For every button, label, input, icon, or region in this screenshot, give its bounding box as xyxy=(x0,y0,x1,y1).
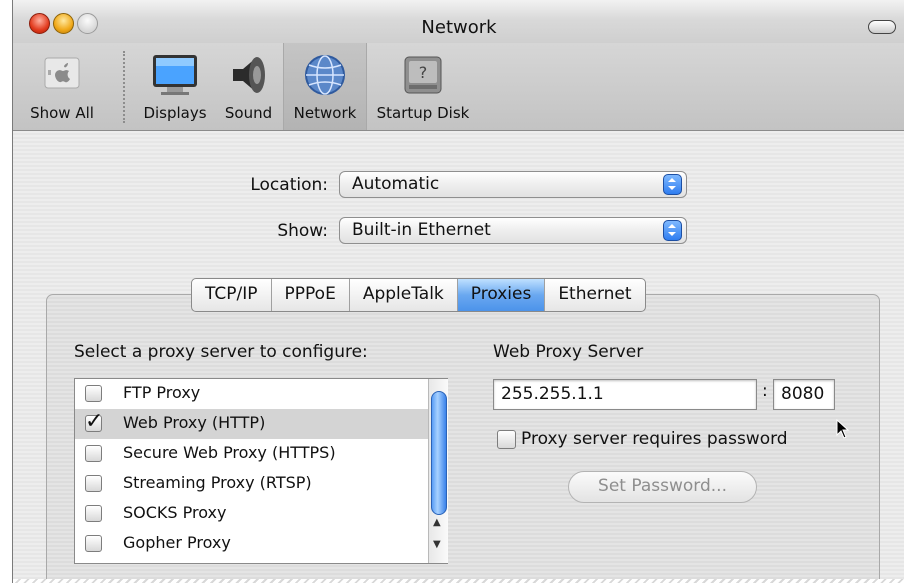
proxy-port-field[interactable]: 8080 xyxy=(773,379,835,410)
list-item[interactable]: Gopher Proxy xyxy=(75,529,428,559)
proxy-checkbox[interactable] xyxy=(85,505,102,522)
location-value: Automatic xyxy=(352,174,440,194)
torn-edge xyxy=(13,579,904,583)
proxy-list: FTP Proxy ✓ Web Proxy (HTTP) Secure Web … xyxy=(74,378,448,564)
toolbar-label: Show All xyxy=(30,104,94,122)
list-item[interactable]: SOCKS Proxy xyxy=(75,499,428,529)
toolbar-sound[interactable]: Sound xyxy=(216,43,281,130)
proxy-label: Streaming Proxy (RTSP) xyxy=(123,473,312,492)
proxy-label: FTP Proxy xyxy=(123,383,201,402)
tab-proxies[interactable]: Proxies xyxy=(457,279,546,311)
preferences-toolbar: Show All Displays Sound Network ? Startu xyxy=(13,43,904,131)
proxy-checkbox[interactable]: ✓ xyxy=(85,409,103,434)
proxy-checkbox[interactable] xyxy=(85,535,102,552)
globe-icon xyxy=(303,53,347,101)
proxy-list-title: Select a proxy server to configure: xyxy=(74,342,368,362)
toolbar-startup-disk[interactable]: ? Startup Disk xyxy=(368,43,478,130)
network-window: Network Show All Displays Sound Network … xyxy=(12,0,904,583)
toolbar-displays[interactable]: Displays xyxy=(137,43,213,130)
proxy-checkbox[interactable] xyxy=(85,445,102,462)
location-label: Location: xyxy=(250,175,328,195)
hard-disk-icon: ? xyxy=(401,53,445,101)
show-label: Show: xyxy=(277,221,328,241)
checkmark-icon: ✓ xyxy=(85,409,104,434)
list-scrollbar[interactable]: ▲ ▼ xyxy=(428,379,448,563)
show-popup[interactable]: Built-in Ethernet xyxy=(339,217,687,244)
scroll-up-icon[interactable]: ▲ xyxy=(433,517,441,528)
list-item[interactable]: FTP Proxy xyxy=(75,379,428,409)
toolbar-label: Startup Disk xyxy=(376,104,470,122)
proxy-label: SOCKS Proxy xyxy=(123,503,227,522)
toolbar-show-all[interactable]: Show All xyxy=(13,43,111,130)
window-title: Network xyxy=(421,17,497,38)
proxy-server-value: 255.255.1.1 xyxy=(501,384,604,404)
tab-bar: TCP/IP PPPoE AppleTalk Proxies Ethernet xyxy=(191,278,646,312)
tab-pppoe[interactable]: PPPoE xyxy=(272,279,350,311)
requires-password-label: Proxy server requires password xyxy=(521,429,788,449)
scrollbar-thumb[interactable] xyxy=(431,391,447,515)
network-pane: Location: Automatic Show: Built-in Ether… xyxy=(13,131,904,583)
tab-ethernet[interactable]: Ethernet xyxy=(545,279,644,311)
toolbar-label: Network xyxy=(293,104,357,122)
toolbar-network[interactable]: Network xyxy=(283,43,367,130)
mouse-cursor-icon xyxy=(836,418,850,443)
toolbar-separator xyxy=(123,51,125,123)
tab-appletalk[interactable]: AppleTalk xyxy=(350,279,458,311)
list-item[interactable]: Secure Web Proxy (HTTPS) xyxy=(75,439,428,469)
popup-arrows-icon xyxy=(663,220,682,241)
title-bar: Network xyxy=(13,0,904,43)
show-value: Built-in Ethernet xyxy=(352,220,491,240)
toolbar-label: Sound xyxy=(224,104,273,122)
svg-text:?: ? xyxy=(419,63,428,82)
list-item[interactable]: ✓ Web Proxy (HTTP) xyxy=(75,409,428,439)
toolbar-toggle-button[interactable] xyxy=(868,20,896,34)
proxy-checkbox[interactable] xyxy=(85,475,102,492)
proxy-label: Gopher Proxy xyxy=(123,533,231,552)
proxy-port-value: 8080 xyxy=(781,384,825,404)
web-proxy-server-title: Web Proxy Server xyxy=(493,342,644,362)
display-icon xyxy=(151,53,199,101)
requires-password-checkbox[interactable] xyxy=(497,430,516,449)
proxy-checkbox[interactable] xyxy=(85,385,102,402)
apple-icon xyxy=(42,53,82,97)
proxy-server-field[interactable]: 255.255.1.1 xyxy=(493,379,757,410)
toolbar-label: Displays xyxy=(143,104,207,122)
popup-arrows-icon xyxy=(663,174,682,195)
tab-tcpip[interactable]: TCP/IP xyxy=(192,279,272,311)
list-item[interactable]: Streaming Proxy (RTSP) xyxy=(75,469,428,499)
location-popup[interactable]: Automatic xyxy=(339,171,687,198)
set-password-button[interactable]: Set Password... xyxy=(568,471,757,503)
speaker-icon xyxy=(227,53,271,101)
proxy-label: Secure Web Proxy (HTTPS) xyxy=(123,443,336,462)
port-separator: : xyxy=(762,381,768,401)
scroll-down-icon[interactable]: ▼ xyxy=(433,539,441,550)
proxy-label: Web Proxy (HTTP) xyxy=(123,413,266,432)
